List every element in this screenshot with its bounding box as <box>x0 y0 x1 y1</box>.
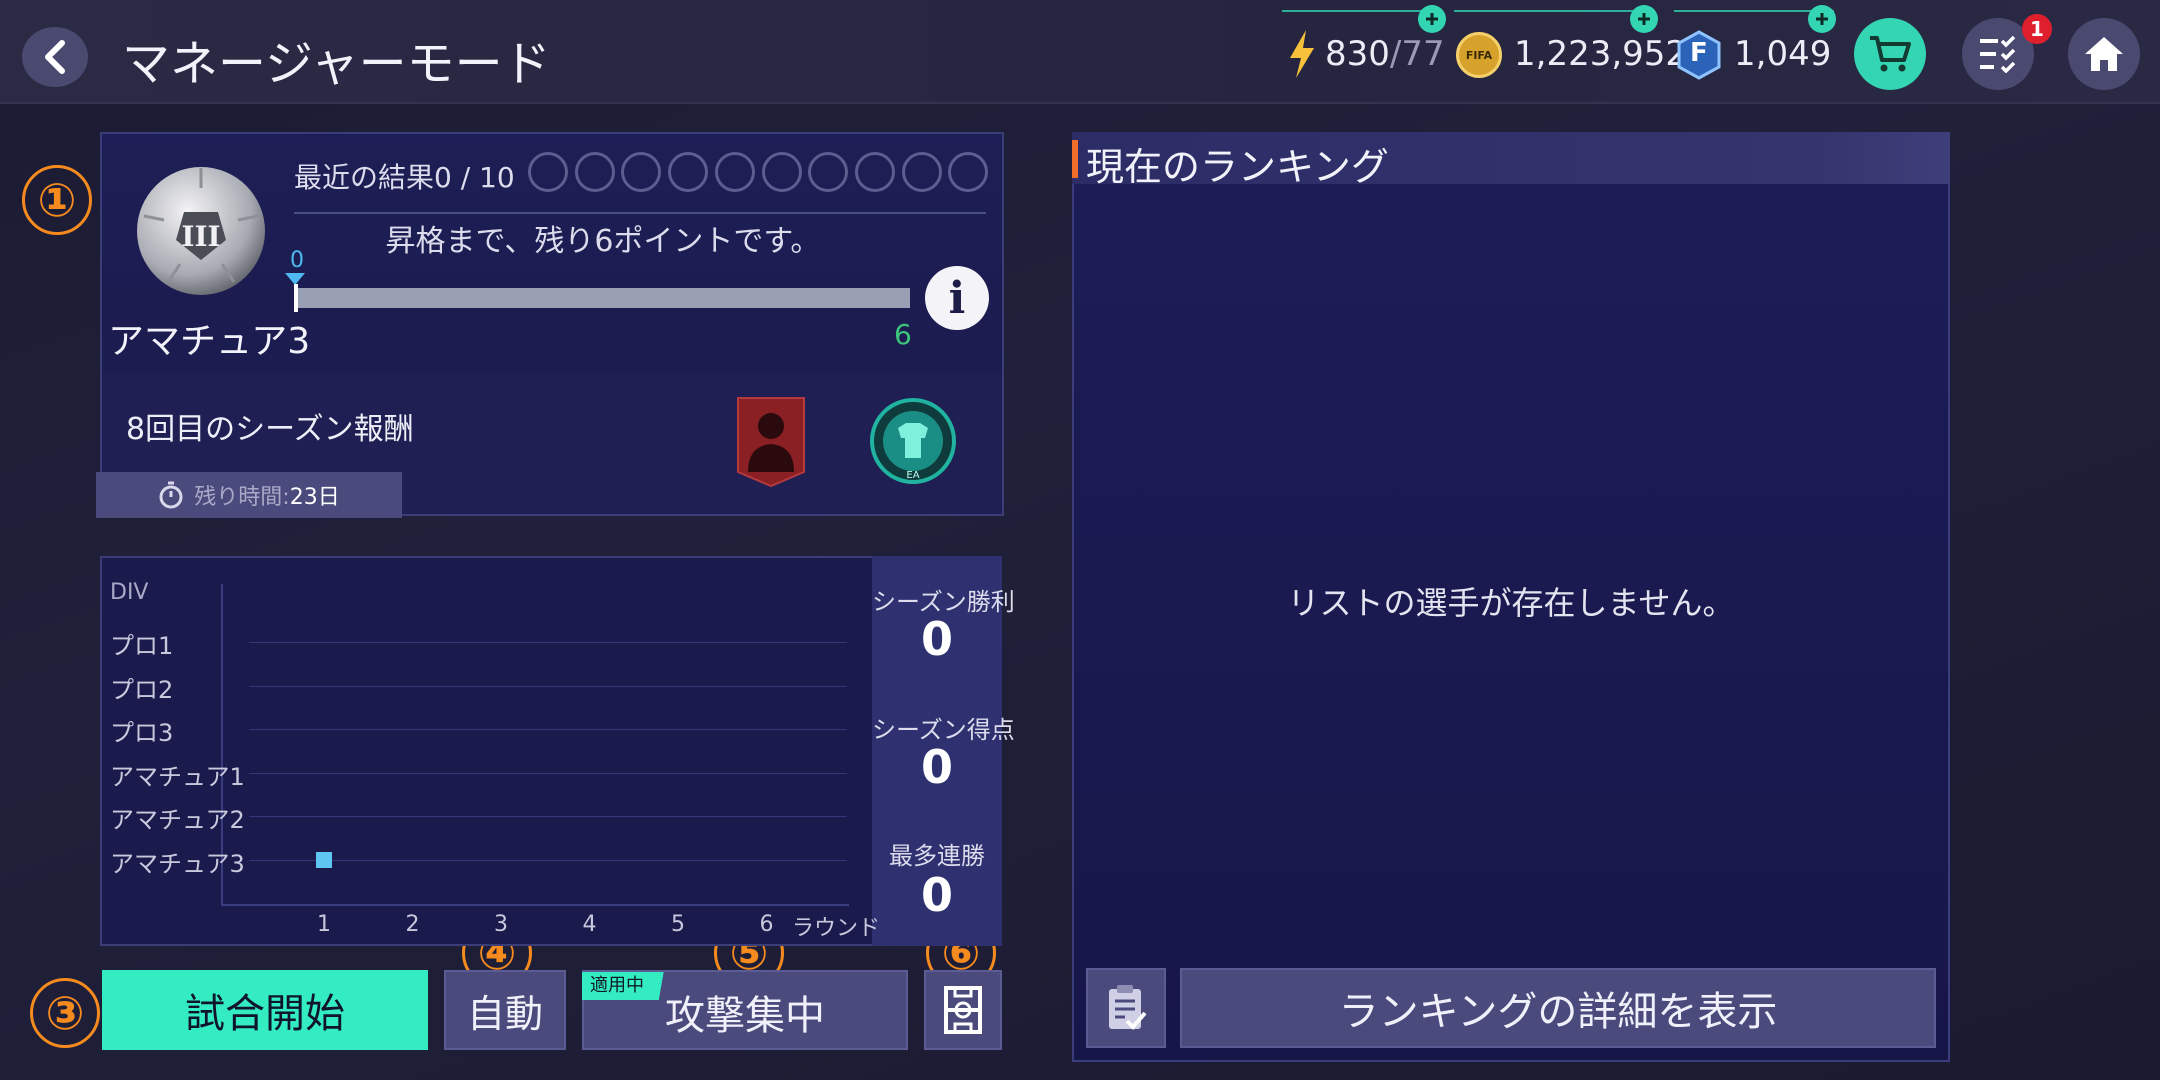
chart-x-tick-label: 4 <box>582 912 597 937</box>
ranking-header-accent <box>1072 140 1078 178</box>
lightning-icon <box>1286 30 1318 82</box>
chart-grid-line <box>249 772 847 774</box>
stopwatch-icon <box>159 481 183 509</box>
division-badge: III <box>134 164 268 298</box>
ranking-empty-message: リストの選手が存在しません。 <box>1287 584 1735 622</box>
cart-icon <box>1870 36 1911 72</box>
time-left-label: 残り時間: <box>194 485 290 510</box>
marker-3: ③ <box>30 978 100 1048</box>
coin-icon: FIFA <box>1456 32 1502 78</box>
season-reward-label: 8回目のシーズン報酬 <box>126 412 414 447</box>
chart-y-tick-label: アマチュア1 <box>110 762 245 791</box>
result-slot <box>854 152 895 192</box>
pitch-icon <box>944 986 982 1034</box>
stamina-bar-line <box>1282 10 1432 12</box>
promotion-progress-bar <box>296 288 910 308</box>
clipboard-check-icon <box>1109 985 1147 1030</box>
time-left-tag: 残り時間:23日 <box>96 472 402 518</box>
info-icon: i <box>948 272 966 324</box>
chart-x-axis <box>221 904 849 906</box>
chart-y-tick-label: プロ1 <box>110 632 174 660</box>
chart-x-tick-label: 2 <box>405 912 420 937</box>
checklist-icon <box>1980 35 2016 73</box>
progress-start-label: 0 <box>290 248 304 273</box>
chart-x-tick-label: 3 <box>494 912 508 937</box>
coins-value: 1,223,952 <box>1514 34 1688 74</box>
ranking-title: 現在のランキング <box>1086 145 1389 189</box>
time-left-value: 23日 <box>289 485 340 510</box>
divider <box>294 212 986 214</box>
result-slot <box>808 152 849 192</box>
result-slot <box>528 152 568 192</box>
chevron-left-icon <box>45 40 65 74</box>
notification-badge: 1 <box>2022 14 2052 44</box>
stamina-value: 830/77 <box>1325 34 1445 74</box>
coin-icon-text: FIFA <box>1465 48 1493 62</box>
chart-grid-line <box>249 642 847 643</box>
fifa-points-icon-text: F <box>1690 38 1708 68</box>
chart-y-tick-label: プロ3 <box>110 719 174 747</box>
result-slot <box>714 152 755 192</box>
add-coins-button[interactable] <box>1630 5 1658 33</box>
shop-button[interactable] <box>1854 18 1926 90</box>
auto-play-button[interactable]: 自動 <box>444 970 566 1050</box>
rank-name: アマチュア3 <box>108 321 311 362</box>
chart-grid-line <box>249 859 847 861</box>
svg-text:EA: EA <box>906 470 919 481</box>
result-slot <box>761 152 802 192</box>
marker-1: ① <box>22 165 92 235</box>
view-ranking-details-button[interactable]: ランキングの詳細を表示 <box>1180 968 1936 1048</box>
result-slot <box>668 152 709 192</box>
ranking-clipboard-button[interactable] <box>1086 968 1166 1048</box>
max-streak-label: 最多連勝 <box>889 842 985 870</box>
result-slot <box>574 152 615 192</box>
max-streak-value: 0 <box>920 868 953 922</box>
kit-reward-icon[interactable]: EA <box>870 398 956 484</box>
home-button[interactable] <box>2068 18 2140 90</box>
chart-point <box>316 851 332 868</box>
fifa-points-value: 1,049 <box>1734 34 1832 74</box>
plus-icon <box>1638 13 1650 25</box>
chart-grid-line <box>249 729 847 730</box>
add-stamina-button[interactable] <box>1418 5 1446 33</box>
chart-y-tick-label: プロ2 <box>110 675 174 704</box>
plus-icon <box>1816 13 1828 25</box>
chart-x-tick-label: 1 <box>317 912 331 937</box>
recent-results-value: 0 / 10 <box>434 161 515 194</box>
recent-results-label: 最近の結果0 / 10 <box>294 156 515 196</box>
badge-numeral: III <box>181 220 221 253</box>
add-fifa-points-button[interactable] <box>1808 5 1836 33</box>
applied-tag: 適用中 <box>582 972 686 1000</box>
fifa-points-icon: F <box>1676 30 1722 80</box>
chart-y-tick-label: アマチュア3 <box>110 849 245 878</box>
progress-end-label: 6 <box>894 318 912 351</box>
division-history-chart <box>100 556 1002 946</box>
plus-icon <box>1426 13 1438 25</box>
player-reward-icon[interactable] <box>732 392 810 488</box>
start-match-button[interactable]: 試合開始 <box>102 970 428 1050</box>
recent-results-text: 最近の結果 <box>294 161 435 194</box>
chart-grid-line <box>249 816 847 817</box>
stamina-current: 830 <box>1325 34 1390 74</box>
chart-y-title: DIV <box>110 580 149 605</box>
result-slot <box>901 152 942 192</box>
back-button[interactable] <box>22 27 88 87</box>
chart-grid-line <box>249 685 847 687</box>
formation-button[interactable] <box>924 970 1002 1050</box>
chart-y-tick-label: アマチュア2 <box>110 806 245 834</box>
season-wins-value: 0 <box>920 612 953 666</box>
promotion-message: 昇格まで、残り6ポイントです。 <box>385 224 821 259</box>
chart-x-tick-label: 6 <box>759 912 774 937</box>
info-button[interactable]: i <box>925 266 989 330</box>
chart-x-title: ラウンド <box>792 916 881 941</box>
progress-marker <box>294 284 298 312</box>
chart-x-tick-label: 5 <box>671 912 685 937</box>
home-icon <box>2085 37 2123 71</box>
coins-bar-line <box>1454 10 1654 12</box>
page-title: マネージャーモード <box>122 36 551 92</box>
season-points-value: 0 <box>920 740 953 794</box>
stamina-max: /77 <box>1389 34 1445 74</box>
